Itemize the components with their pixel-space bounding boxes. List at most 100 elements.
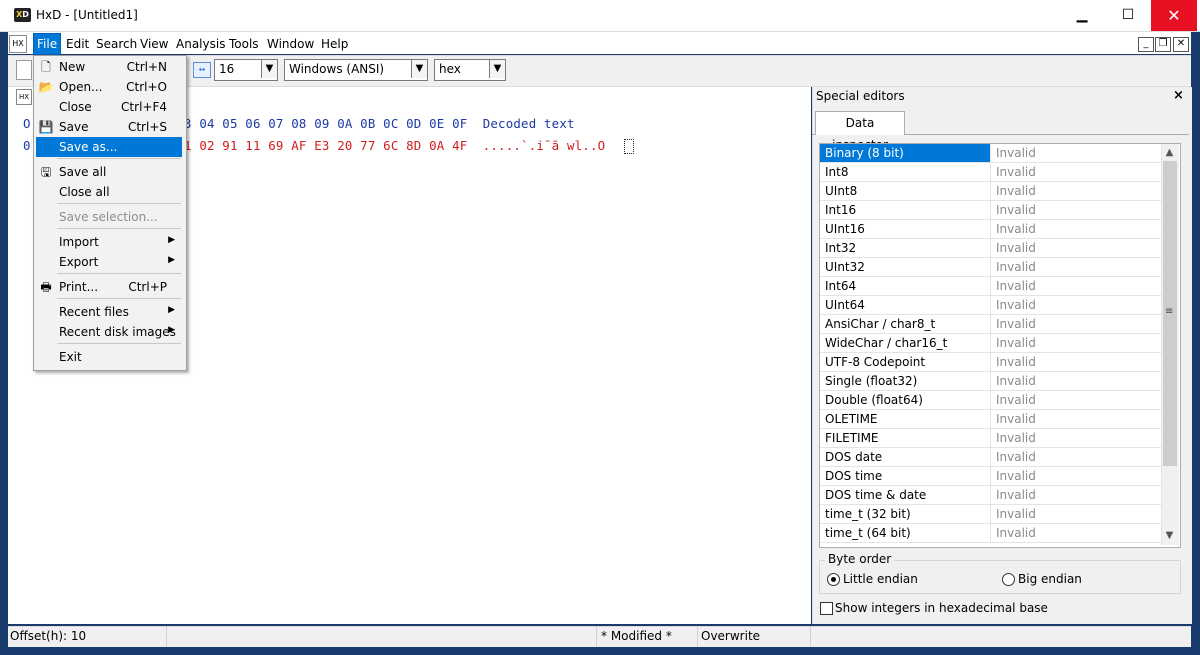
menu-item-save[interactable]: 💾 Save Ctrl+S: [36, 117, 182, 137]
document-icon[interactable]: HX: [9, 35, 27, 53]
row-value[interactable]: Invalid: [992, 410, 1162, 428]
row-value[interactable]: Invalid: [992, 486, 1162, 504]
table-row[interactable]: Int8 Invalid: [820, 163, 1162, 182]
tab-data-inspector[interactable]: Data inspector: [815, 111, 905, 152]
row-value[interactable]: Invalid: [992, 163, 1162, 181]
menu-item-open[interactable]: 📂 Open... Ctrl+O: [36, 77, 182, 97]
menu-window[interactable]: Window: [264, 34, 317, 54]
menu-item-shortcut: Ctrl+P: [128, 280, 167, 294]
row-value[interactable]: Invalid: [992, 448, 1162, 466]
table-row[interactable]: Single (float32) Invalid: [820, 372, 1162, 391]
row-value[interactable]: Invalid: [992, 334, 1162, 352]
row-value[interactable]: Invalid: [992, 505, 1162, 523]
menu-item-save-selection[interactable]: Save selection...: [36, 207, 182, 227]
row-value[interactable]: Invalid: [992, 315, 1162, 333]
mdi-close-button[interactable]: ✕: [1173, 37, 1189, 52]
minimize-button[interactable]: ▁: [1059, 0, 1105, 31]
row-value[interactable]: Invalid: [992, 220, 1162, 238]
menu-item-close[interactable]: Close Ctrl+F4: [36, 97, 182, 117]
mdi-restore-button[interactable]: ❐: [1155, 37, 1171, 52]
table-row[interactable]: DOS time & date Invalid: [820, 486, 1162, 505]
table-row[interactable]: OLETIME Invalid: [820, 410, 1162, 429]
menu-item-close-all[interactable]: Close all: [36, 182, 182, 202]
table-row[interactable]: Int16 Invalid: [820, 201, 1162, 220]
big-endian-radio[interactable]: [1002, 573, 1015, 586]
hex-base-checkbox[interactable]: [820, 602, 833, 615]
row-value[interactable]: Invalid: [992, 239, 1162, 257]
menu-file[interactable]: File: [32, 33, 62, 55]
table-row[interactable]: DOS date Invalid: [820, 448, 1162, 467]
row-value[interactable]: Invalid: [992, 391, 1162, 409]
table-row[interactable]: WideChar / char16_t Invalid: [820, 334, 1162, 353]
menu-tools[interactable]: Tools: [226, 34, 262, 54]
menu-item-recent-files[interactable]: Recent files ▶: [36, 302, 182, 322]
menu-view[interactable]: View: [137, 34, 171, 54]
table-row[interactable]: time_t (32 bit) Invalid: [820, 505, 1162, 524]
row-value[interactable]: Invalid: [992, 182, 1162, 200]
row-value[interactable]: Invalid: [992, 277, 1162, 295]
table-row[interactable]: time_t (64 bit) Invalid: [820, 524, 1162, 543]
row-value[interactable]: Invalid: [992, 429, 1162, 447]
menu-separator: [57, 203, 181, 204]
table-row[interactable]: UInt16 Invalid: [820, 220, 1162, 239]
new-file-icon[interactable]: [16, 60, 32, 80]
row-value[interactable]: Invalid: [992, 144, 1162, 162]
menu-item-save-as[interactable]: Save as...: [36, 137, 182, 157]
table-row[interactable]: UTF-8 Codepoint Invalid: [820, 353, 1162, 372]
scroll-down-icon[interactable]: ▼: [1162, 528, 1177, 543]
little-endian-label[interactable]: Little endian: [843, 572, 918, 586]
close-button[interactable]: ✕: [1151, 0, 1197, 31]
hex-data-row[interactable]: 1 02 91 11 69 AF E3 20 77 6C 8D 0A 4F ..…: [184, 138, 605, 153]
row-value[interactable]: Invalid: [992, 524, 1162, 542]
row-name: UInt32: [820, 258, 991, 276]
row-name: UInt8: [820, 182, 991, 200]
table-row[interactable]: AnsiChar / char8_t Invalid: [820, 315, 1162, 334]
offset-base-select[interactable]: hex ▼: [434, 59, 506, 81]
menu-item-import[interactable]: Import ▶: [36, 232, 182, 252]
table-row[interactable]: Binary (8 bit) Invalid: [820, 144, 1162, 163]
mdi-minimize-button[interactable]: _: [1138, 37, 1154, 52]
big-endian-label[interactable]: Big endian: [1018, 572, 1082, 586]
new-file-icon: 🗋: [41, 60, 51, 74]
menu-item-label: Open...: [59, 80, 103, 94]
table-row[interactable]: UInt32 Invalid: [820, 258, 1162, 277]
row-value[interactable]: Invalid: [992, 372, 1162, 390]
menu-help[interactable]: Help: [318, 34, 351, 54]
submenu-arrow-icon: ▶: [168, 325, 175, 335]
menu-item-recent-disk-images[interactable]: Recent disk images ▶: [36, 322, 182, 342]
menu-item-label: Exit: [59, 350, 82, 364]
bytes-per-row-select[interactable]: 16 ▼: [214, 59, 278, 81]
row-value[interactable]: Invalid: [992, 201, 1162, 219]
table-row[interactable]: FILETIME Invalid: [820, 429, 1162, 448]
menu-item-export[interactable]: Export ▶: [36, 252, 182, 272]
menu-edit[interactable]: Edit: [63, 34, 92, 54]
table-row[interactable]: UInt64 Invalid: [820, 296, 1162, 315]
row-value[interactable]: Invalid: [992, 258, 1162, 276]
row-name: Int8: [820, 163, 991, 181]
row-value[interactable]: Invalid: [992, 353, 1162, 371]
hex-base-label[interactable]: Show integers in hexadecimal base: [835, 601, 1048, 615]
table-row[interactable]: Int64 Invalid: [820, 277, 1162, 296]
table-row[interactable]: UInt8 Invalid: [820, 182, 1162, 201]
data-inspector-grid[interactable]: Binary (8 bit) Invalid Int8 Invalid UInt8 Inv…: [819, 143, 1181, 548]
hxd-app-icon[interactable]: XD: [14, 8, 31, 22]
table-row[interactable]: Int32 Invalid: [820, 239, 1162, 258]
scroll-up-icon[interactable]: ▲: [1162, 145, 1177, 160]
little-endian-radio[interactable]: [827, 573, 840, 586]
menu-item-exit[interactable]: Exit: [36, 347, 182, 367]
table-row[interactable]: Double (float64) Invalid: [820, 391, 1162, 410]
row-value[interactable]: Invalid: [992, 467, 1162, 485]
charset-value: Windows (ANSI): [289, 62, 385, 76]
menu-item-save-all[interactable]: 🖫 Save all: [36, 162, 182, 182]
row-value[interactable]: Invalid: [992, 296, 1162, 314]
table-row[interactable]: DOS time Invalid: [820, 467, 1162, 486]
document-tab-icon[interactable]: HX: [16, 89, 32, 105]
menu-item-print[interactable]: 🖶 Print... Ctrl+P: [36, 277, 182, 297]
row-name: UInt64: [820, 296, 991, 314]
menu-item-new[interactable]: 🗋 New Ctrl+N: [36, 57, 182, 77]
menu-analysis[interactable]: Analysis: [173, 34, 228, 54]
maximize-button[interactable]: ☐: [1105, 0, 1151, 31]
charset-select[interactable]: Windows (ANSI) ▼: [284, 59, 428, 81]
menu-search[interactable]: Search: [93, 34, 140, 54]
panel-close-icon[interactable]: ×: [1173, 88, 1184, 103]
